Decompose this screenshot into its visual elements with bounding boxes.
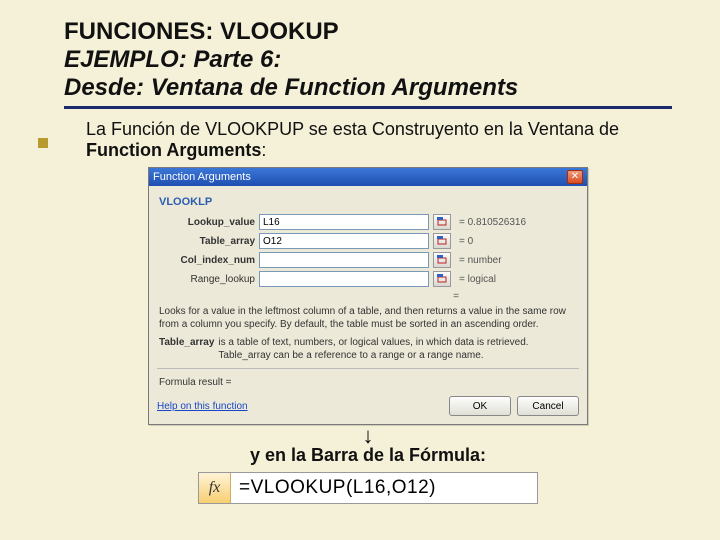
arg-result: = 0 (459, 236, 473, 247)
formula-text[interactable]: =VLOOKUP(L16,O12) (231, 473, 537, 503)
title-line-3: Desde: Ventana de Function Arguments (64, 74, 672, 102)
bullet-accent (38, 138, 48, 148)
function-name: VLOOKLP (159, 196, 579, 208)
arg-result: = 0.810526316 (459, 217, 526, 228)
arg-description: Table_array is a table of text, numbers,… (159, 337, 577, 362)
dialog-title: Function Arguments (153, 171, 251, 183)
arg-row-range-lookup: Range_lookup = logical (157, 271, 579, 287)
col-index-input[interactable] (259, 252, 429, 268)
divider (157, 368, 579, 369)
arg-desc-text: is a table of text, numbers, or logical … (218, 337, 577, 362)
refedit-icon[interactable] (433, 233, 451, 249)
title-block: FUNCIONES: VLOOKUP EJEMPLO: Parte 6: Des… (64, 18, 672, 109)
body-fa: Function Arguments (86, 140, 261, 160)
arg-label: Lookup_value (157, 217, 255, 228)
arrow-down-icon: ↓ (64, 429, 672, 443)
table-array-input[interactable] (259, 233, 429, 249)
title-line-1: FUNCIONES: VLOOKUP (64, 18, 672, 46)
title3-fa: Function Arguments (285, 74, 519, 101)
fx-button[interactable]: fx (199, 473, 231, 503)
arg-label: Table_array (157, 236, 255, 247)
arg-row-lookup-value: Lookup_value = 0.810526316 (157, 214, 579, 230)
refedit-icon[interactable] (433, 271, 451, 287)
formula-bar: fx =VLOOKUP(L16,O12) (198, 472, 538, 504)
arg-label: Col_index_num (157, 255, 255, 266)
ok-button[interactable]: OK (449, 396, 511, 416)
formula-result: Formula result = (159, 377, 577, 388)
title3-prefix: Desde: Ventana de (64, 74, 285, 101)
refedit-icon[interactable] (433, 252, 451, 268)
body-prefix: La Función de VLOOKPUP se esta Construye… (86, 119, 619, 139)
arg-result: = number (459, 255, 502, 266)
dialog-footer: Help on this function OK Cancel (157, 392, 579, 416)
arg-desc-label: Table_array (159, 337, 214, 362)
formula-bar-caption: y en la Barra de la Fórmula: (64, 445, 672, 466)
dialog-body: VLOOKLP Lookup_value = 0.810526316 Table… (149, 186, 587, 424)
title-line-2: EJEMPLO: Parte 6: (64, 46, 672, 74)
help-link[interactable]: Help on this function (157, 401, 248, 412)
arg-label: Range_lookup (157, 274, 255, 285)
overall-eq: = (157, 291, 579, 302)
body-text: La Función de VLOOKPUP se esta Construye… (86, 119, 672, 161)
cancel-button[interactable]: Cancel (517, 396, 579, 416)
range-lookup-input[interactable] (259, 271, 429, 287)
arg-row-col-index: Col_index_num = number (157, 252, 579, 268)
body-suffix: : (261, 140, 266, 160)
function-description: Looks for a value in the leftmost column… (159, 306, 577, 331)
function-arguments-dialog: Function Arguments ✕ VLOOKLP Lookup_valu… (148, 167, 588, 425)
arg-result: = logical (459, 274, 496, 285)
refedit-icon[interactable] (433, 214, 451, 230)
dialog-titlebar[interactable]: Function Arguments ✕ (149, 168, 587, 186)
lookup-value-input[interactable] (259, 214, 429, 230)
close-icon[interactable]: ✕ (567, 170, 583, 184)
arg-row-table-array: Table_array = 0 (157, 233, 579, 249)
